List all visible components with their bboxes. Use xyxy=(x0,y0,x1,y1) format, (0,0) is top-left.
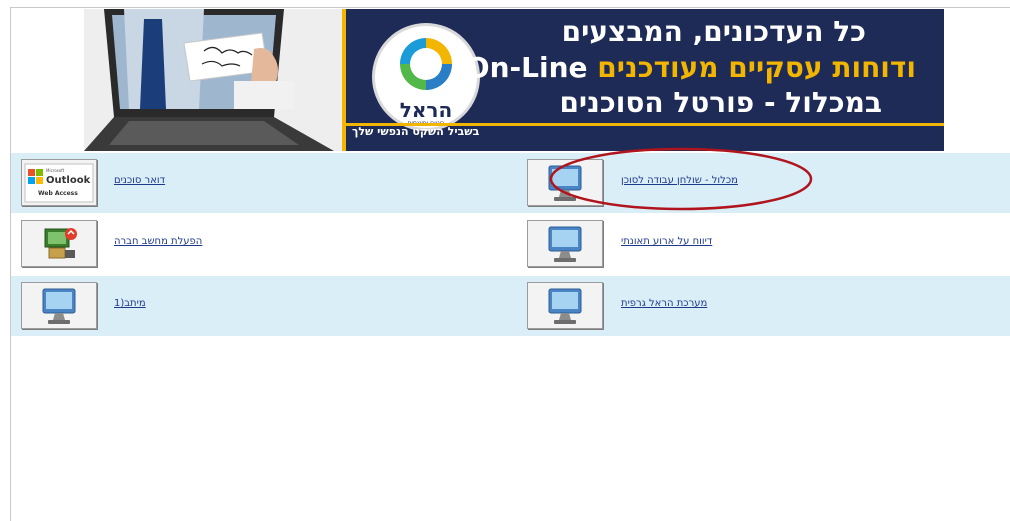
app-cell-meitav: מיתב(1 xyxy=(11,276,511,336)
frame-top-border xyxy=(10,7,1010,8)
agents-mail-link[interactable]: דואר סוכנים xyxy=(114,175,165,186)
logo-name: הראל xyxy=(399,98,453,122)
portal-banner: הראל ביטוח ופיננסים כל העדכונים, המבצעים… xyxy=(84,9,944,151)
agent-desktop-link[interactable]: מכלול - שולחן עבודה לסוכן xyxy=(621,175,738,186)
computer-monitor-icon[interactable] xyxy=(527,220,603,267)
app-cell-accident-report: דיווח על ארוע תאונתי xyxy=(511,214,1010,274)
computer-monitor-icon[interactable] xyxy=(527,159,603,206)
computer-monitor-icon[interactable] xyxy=(21,282,97,329)
outlook-sub-label: Web Access xyxy=(38,190,78,197)
banner-gold-divider xyxy=(342,9,346,151)
banner-headline-2-accent: ודוחות עסקיים מעודכנים xyxy=(597,51,916,84)
banner-tagline: בשביל השקט הנפשי שלך xyxy=(352,125,480,138)
app-row-2: הפעלת מחשב חברה דיווח על ארוע תאונתי xyxy=(11,214,1010,274)
banner-headline-2-online: On-Line xyxy=(465,51,588,84)
app-cell-agents-mail: Microsoft Outlook Web Access דואר סוכנים xyxy=(11,153,511,213)
outlook-small-label: Microsoft xyxy=(46,168,65,173)
app-cell-company-computer: הפעלת מחשב חברה xyxy=(11,214,511,274)
app-row-3: מיתב(1 מערכת הראל גרפית xyxy=(11,276,1010,336)
outlook-label: Outlook xyxy=(46,175,91,186)
banner-headline-1: כל העדכונים, המבצעים xyxy=(561,15,866,48)
outlook-web-access-icon[interactable]: Microsoft Outlook Web Access xyxy=(21,159,97,206)
laptop-hand-photo xyxy=(84,9,342,151)
accident-report-link[interactable]: דיווח על ארוע תאונתי xyxy=(621,236,712,247)
app-cell-harel-graphic: מערכת הראל גרפית xyxy=(511,276,1010,336)
harel-logo: הראל ביטוח ופיננסים xyxy=(372,23,480,131)
meitav-link[interactable]: מיתב(1 xyxy=(114,298,146,309)
company-computer-link[interactable]: הפעלת מחשב חברה xyxy=(114,236,202,247)
app-row-1: Microsoft Outlook Web Access דואר סוכנים… xyxy=(11,153,1010,213)
harel-graphic-link[interactable]: מערכת הראל גרפית xyxy=(621,298,707,309)
computer-monitor-icon[interactable] xyxy=(527,282,603,329)
banner-headline-3: במכלול - פורטל הסוכנים xyxy=(559,86,882,119)
banner-headline-2: ודוחות עסקיים מעודכנים On-Line xyxy=(466,51,916,84)
app-cell-agent-desktop: מכלול - שולחן עבודה לסוכן xyxy=(511,153,1010,213)
remote-computer-icon[interactable] xyxy=(21,220,97,267)
